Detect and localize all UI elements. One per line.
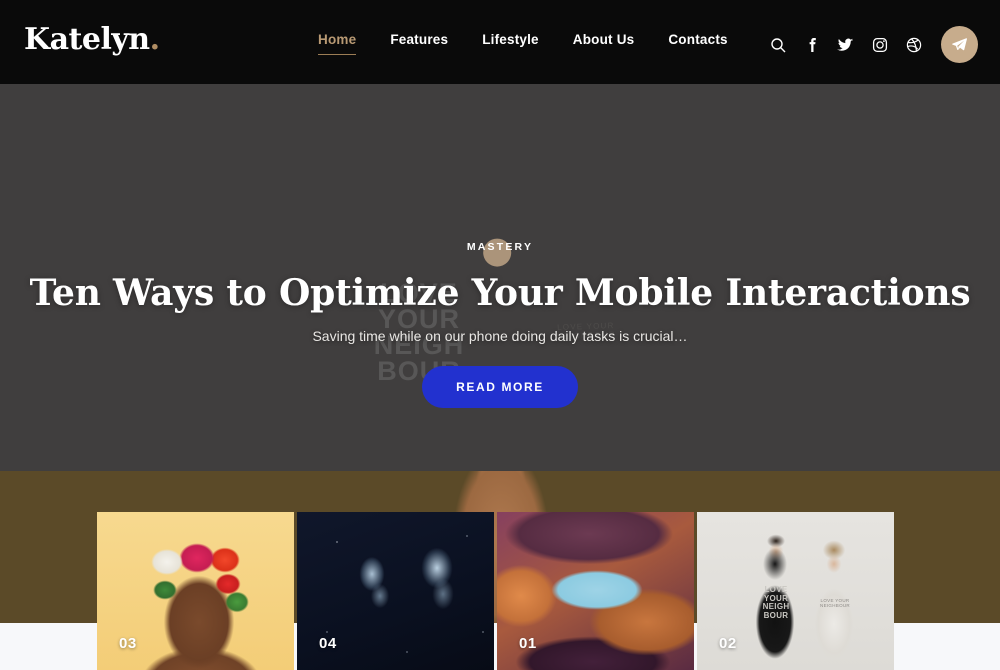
card-number: 03 [119, 635, 137, 652]
card-number: 01 [519, 635, 537, 652]
main-navigation: Home Features Lifestyle About Us Contact… [318, 32, 728, 55]
facebook-icon[interactable] [803, 36, 820, 53]
hero-subtitle: Saving time while on our phone doing dai… [312, 328, 688, 344]
send-icon [952, 38, 967, 51]
hero-section: LOVE YOUR NEIGH BOUR LOVE YOUR NEIGHBOUR… [0, 84, 1000, 471]
search-icon[interactable] [769, 36, 786, 53]
hero-category-label: MASTERY [466, 241, 534, 253]
send-message-button[interactable] [941, 26, 978, 63]
nav-item-features[interactable]: Features [390, 32, 448, 54]
site-logo[interactable]: Katelyn. [24, 22, 160, 57]
featured-card-01[interactable]: 01 [497, 512, 694, 670]
card-hoodie-text: LOVE YOUR NEIGH BOUR [762, 585, 790, 620]
card-number: 04 [319, 635, 337, 652]
read-more-button[interactable]: READ MORE [422, 366, 578, 408]
hero-title: Ten Ways to Optimize Your Mobile Interac… [29, 272, 971, 314]
nav-item-contacts[interactable]: Contacts [668, 32, 727, 54]
nav-item-about-us[interactable]: About Us [573, 32, 635, 54]
header-icon-group [769, 26, 978, 63]
card-number: 02 [719, 635, 737, 652]
nav-item-lifestyle[interactable]: Lifestyle [482, 32, 539, 54]
site-header: Katelyn. Home Features Lifestyle About U… [0, 0, 1000, 84]
instagram-icon[interactable] [871, 36, 888, 53]
hero-category[interactable]: MASTERY [466, 232, 534, 267]
featured-card-04[interactable]: 04 [297, 512, 494, 670]
featured-card-list: 03 04 01 LOVE YOUR NEIGH BOUR LOVE YOUR … [97, 512, 903, 670]
nav-item-home[interactable]: Home [318, 32, 357, 55]
site-logo-dot: . [149, 22, 160, 57]
twitter-icon[interactable] [837, 36, 854, 53]
site-logo-text: Katelyn [24, 22, 150, 57]
hero-content: MASTERY Ten Ways to Optimize Your Mobile… [0, 84, 1000, 471]
featured-card-02[interactable]: LOVE YOUR NEIGH BOUR LOVE YOUR NEIGHBOUR… [697, 512, 894, 670]
dribbble-icon[interactable] [905, 36, 922, 53]
card-tee-text: LOVE YOUR NEIGHBOUR [820, 598, 850, 608]
featured-card-03[interactable]: 03 [97, 512, 294, 670]
